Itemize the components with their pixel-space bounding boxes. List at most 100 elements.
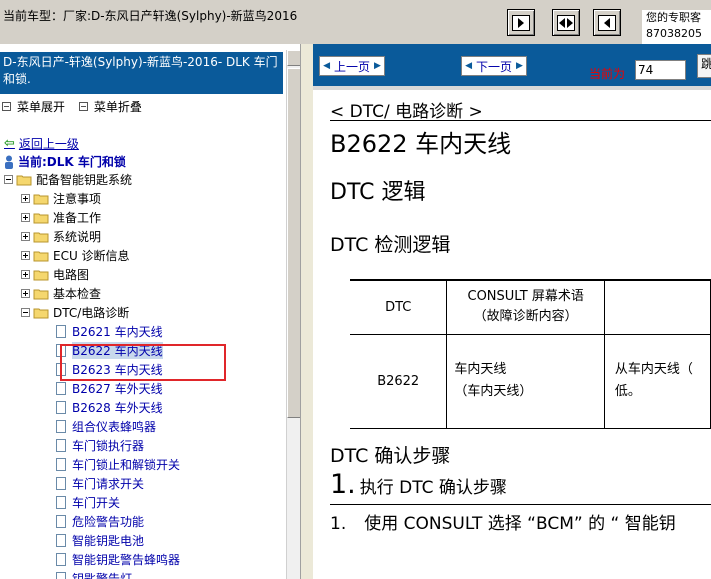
document-icon bbox=[56, 477, 66, 490]
tree-folder-row[interactable]: 基本检查 bbox=[21, 284, 101, 303]
folder-icon bbox=[33, 194, 49, 204]
tree-doc-row[interactable]: 车门开关 bbox=[56, 493, 120, 512]
document-icon bbox=[56, 553, 66, 566]
tree-doc-row[interactable]: B2621 车内天线 bbox=[56, 322, 163, 341]
collapse-icon bbox=[78, 102, 88, 111]
tree-label: 车门锁止和解锁开关 bbox=[72, 458, 181, 472]
folder-icon bbox=[33, 232, 49, 242]
tree-label: ECU 诊断信息 bbox=[53, 249, 130, 263]
header-consult-line1: CONSULT 屏幕术语 bbox=[467, 289, 584, 305]
document-icon bbox=[56, 382, 66, 395]
tree-doc-row-selected[interactable]: B2622 车内天线 bbox=[56, 341, 163, 360]
next-page-button[interactable]: ◀ 下一页 ▶ bbox=[461, 56, 527, 76]
arrow-left-icon: ◀ bbox=[323, 61, 330, 71]
tree-label: DTC/电路诊断 bbox=[53, 306, 130, 320]
tree-doc-row[interactable]: B2627 车外天线 bbox=[56, 379, 163, 398]
vehicle-label: 当前车型：厂家:D-东风日产轩逸(Sylphy)-新蓝鸟2016 bbox=[3, 9, 298, 23]
tree-folder-row[interactable]: 准备工作 bbox=[21, 208, 101, 227]
section-breadcrumb: < DTC/ 电路诊断 > bbox=[330, 102, 483, 122]
tree-doc-row[interactable]: 智能钥匙电池 bbox=[56, 531, 144, 550]
tree-folder-row[interactable]: DTC/电路诊断 bbox=[21, 303, 129, 322]
expand-node-icon[interactable] bbox=[21, 194, 30, 203]
nav-next-button[interactable] bbox=[593, 9, 621, 36]
breadcrumb-rule bbox=[330, 120, 711, 121]
contact-line-1: 您的专职客 bbox=[646, 11, 701, 24]
app-window: 当前车型：厂家:D-东风日产轩逸(Sylphy)-新蓝鸟2016 您的专职客 8… bbox=[0, 0, 711, 579]
collapse-node-icon[interactable] bbox=[21, 308, 30, 317]
scroll-thumb[interactable] bbox=[287, 68, 300, 418]
double-triangle-icon bbox=[559, 17, 573, 28]
tree-label: 车门开关 bbox=[72, 496, 121, 510]
substep: 1. 使用 CONSULT 选择 “BCM” 的 “ 智能钥 bbox=[330, 509, 676, 534]
tree-doc-row[interactable]: 危险警告功能 bbox=[56, 512, 144, 531]
folder-icon bbox=[33, 213, 49, 223]
back-link[interactable]: ⇦ 返回上一级 bbox=[4, 135, 79, 152]
tree-folder-row[interactable]: 注意事项 bbox=[21, 189, 101, 208]
tree-label: 智能钥匙警告蜂鸣器 bbox=[72, 553, 181, 567]
table-row: B2622 车内天线 （车内天线） 从车内天线（ 低。 bbox=[350, 333, 711, 429]
jump-button[interactable]: 跳 bbox=[697, 54, 711, 78]
cell-name-line1: 车内天线 bbox=[454, 362, 507, 377]
prev-page-button[interactable]: ◀ 上一页 ▶ bbox=[319, 56, 385, 76]
tree-doc-row[interactable]: 钥匙警告灯 bbox=[56, 569, 132, 579]
tree-folder-row[interactable]: 系统说明 bbox=[21, 227, 101, 246]
tree-doc-row[interactable]: 智能钥匙警告蜂鸣器 bbox=[56, 550, 180, 569]
header-condition bbox=[603, 279, 711, 335]
tree-folder-row[interactable]: 配备智能钥匙系统 bbox=[4, 170, 132, 189]
expand-node-icon[interactable] bbox=[21, 213, 30, 222]
tree-label: 危险警告功能 bbox=[72, 515, 145, 529]
current-location-label: 当前:DLK 车门和锁 bbox=[18, 155, 126, 169]
left-scrollbar[interactable] bbox=[286, 50, 300, 579]
heading-dtc-confirm: DTC 确认步骤 bbox=[330, 445, 451, 467]
tree-label: 注意事项 bbox=[53, 192, 102, 206]
expand-node-icon[interactable] bbox=[21, 289, 30, 298]
current-page-label: 当前为 bbox=[589, 67, 626, 81]
tree-label: 组合仪表蜂鸣器 bbox=[72, 420, 157, 434]
page-title: B2622 车内天线 bbox=[330, 130, 512, 158]
tree-folder-row[interactable]: ECU 诊断信息 bbox=[21, 246, 130, 265]
tree-label: B2622 车内天线 bbox=[72, 342, 163, 359]
collapse-node-icon[interactable] bbox=[4, 175, 13, 184]
tree-doc-row[interactable]: B2628 车外天线 bbox=[56, 398, 163, 417]
left-panel: D-东风日产-轩逸(Sylphy)-新蓝鸟-2016- DLK 车门和锁. 菜单… bbox=[0, 44, 301, 579]
document-icon bbox=[56, 401, 66, 414]
scroll-up-button[interactable] bbox=[287, 50, 300, 66]
expand-node-icon[interactable] bbox=[21, 251, 30, 260]
expand-node-icon[interactable] bbox=[21, 232, 30, 241]
right-panel: ◀ 上一页 ▶ ◀ 下一页 ▶ 当前为 跳 < DTC/ 电路诊断 > B262… bbox=[313, 44, 711, 579]
prev-page-label: 上一页 bbox=[333, 59, 370, 74]
tree-label: B2623 车内天线 bbox=[72, 363, 163, 377]
nav-prev-button[interactable] bbox=[507, 9, 535, 36]
menu-collapse-button[interactable]: 菜单折叠 bbox=[78, 98, 142, 115]
triangle-left-icon bbox=[604, 17, 610, 28]
tree-doc-row[interactable]: 组合仪表蜂鸣器 bbox=[56, 417, 156, 436]
page-number-input[interactable] bbox=[635, 60, 686, 80]
cell-condition: 从车内天线（ 低。 bbox=[603, 333, 711, 429]
next-page-label: 下一页 bbox=[475, 59, 512, 74]
folder-icon bbox=[33, 270, 49, 280]
menu-expand-label: 菜单展开 bbox=[17, 100, 66, 114]
folder-icon bbox=[33, 289, 49, 299]
document-icon bbox=[56, 515, 66, 528]
tree-doc-row[interactable]: 车门请求开关 bbox=[56, 474, 144, 493]
nav-double-button[interactable] bbox=[552, 9, 580, 36]
substep-text: 使用 CONSULT 选择 “BCM” 的 “ 智能钥 bbox=[364, 514, 676, 534]
tree-label: 电路图 bbox=[53, 268, 90, 282]
page-toolbar: ◀ 上一页 ▶ ◀ 下一页 ▶ 当前为 跳 bbox=[313, 44, 711, 86]
menu-collapse-label: 菜单折叠 bbox=[93, 100, 142, 114]
tree-doc-row[interactable]: 车门锁止和解锁开关 bbox=[56, 455, 180, 474]
expand-node-icon[interactable] bbox=[21, 270, 30, 279]
document-icon bbox=[56, 572, 66, 579]
menu-expand-button[interactable]: 菜单展开 bbox=[2, 98, 65, 115]
substep-number: 1. bbox=[330, 514, 347, 534]
tree-doc-row[interactable]: 车门锁执行器 bbox=[56, 436, 144, 455]
tree-label: 智能钥匙电池 bbox=[72, 534, 145, 548]
document-icon bbox=[56, 363, 66, 376]
document-icon bbox=[56, 458, 66, 471]
header-consult: CONSULT 屏幕术语 （故障诊断内容） bbox=[446, 279, 605, 335]
cell-cond-line2: 低。 bbox=[614, 384, 641, 399]
tree-label: 准备工作 bbox=[53, 211, 102, 225]
tree-folder-row[interactable]: 电路图 bbox=[21, 265, 89, 284]
step-number: 1. bbox=[330, 469, 356, 500]
tree-doc-row[interactable]: B2623 车内天线 bbox=[56, 360, 163, 379]
